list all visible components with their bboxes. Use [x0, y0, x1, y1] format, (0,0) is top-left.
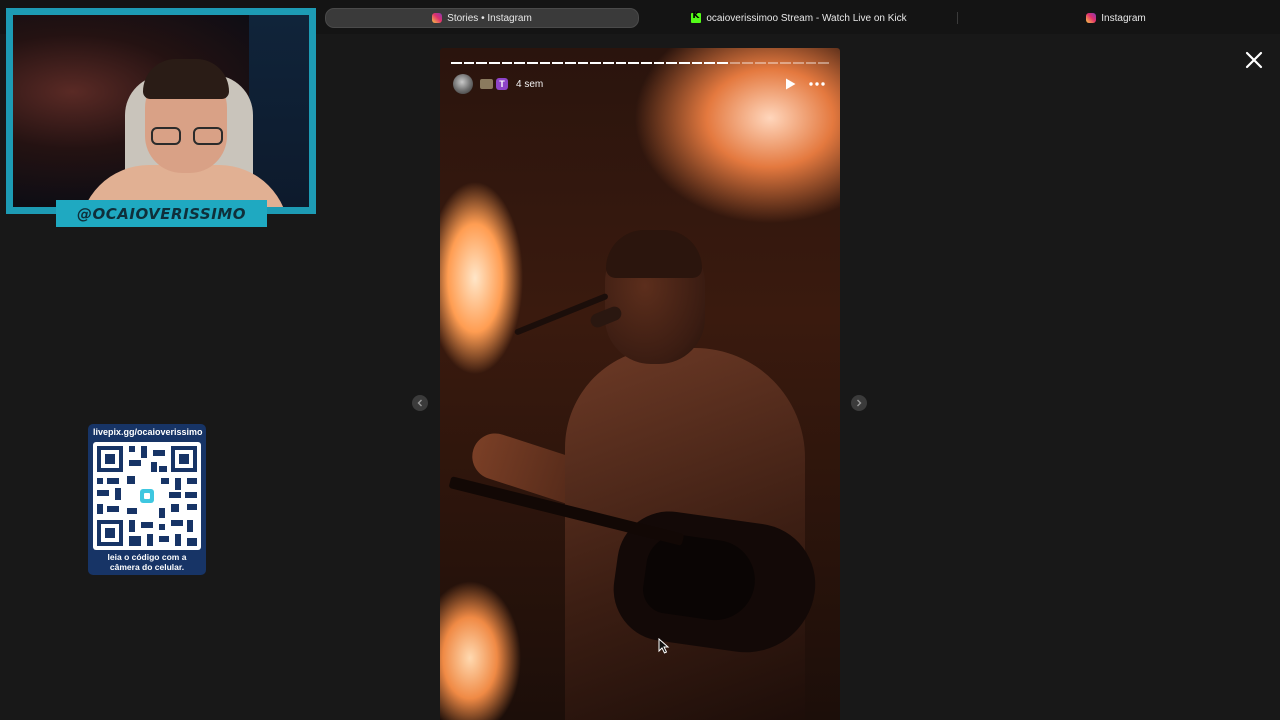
chevron-left-icon: [417, 399, 422, 407]
chevron-right-icon: [857, 399, 862, 407]
progress-segment: [527, 62, 538, 64]
previous-story-button[interactable]: [412, 395, 428, 411]
emoji-badge: T: [496, 78, 508, 90]
story-timestamp: 4 sem: [516, 78, 544, 90]
progress-segment: [476, 62, 488, 64]
instagram-icon: [1086, 13, 1097, 23]
progress-segment: [691, 62, 703, 64]
webcam-overlay: [6, 8, 316, 214]
progress-segment: [463, 62, 475, 64]
progress-segment: [666, 62, 678, 64]
progress-segment: [451, 62, 462, 64]
close-viewer-button[interactable]: [1243, 49, 1265, 71]
next-story-button[interactable]: [851, 395, 867, 411]
qr-url: livepix.gg/ocaioverissimo: [93, 427, 203, 437]
tab-instagram[interactable]: Instagram: [958, 8, 1274, 28]
progress-segment: [653, 62, 665, 64]
progress-segment: [489, 62, 500, 64]
progress-segment: [603, 62, 614, 64]
story-photo-musician-hair: [606, 230, 702, 278]
progress-segment: [539, 62, 551, 64]
webcam-glasses: [151, 127, 223, 147]
close-icon: [1245, 51, 1263, 69]
play-icon: [785, 78, 795, 90]
progress-segment: [501, 62, 513, 64]
story-progress-bar: [451, 62, 830, 64]
streamer-name-plate: @OCAIOVERISSIMO: [56, 200, 267, 227]
progress-segment: [755, 62, 766, 64]
qr-caption-line-2: câmera do celular.: [109, 562, 185, 572]
progress-segment: [615, 62, 627, 64]
webcam-person-hair: [143, 59, 229, 99]
tab-stories-instagram[interactable]: Stories • Instagram: [325, 8, 639, 28]
story-author-avatar[interactable]: [453, 74, 473, 94]
story-header: T 4 sem: [453, 73, 827, 95]
progress-segment: [729, 62, 741, 64]
progress-segment: [767, 62, 779, 64]
progress-segment: [514, 62, 526, 64]
more-options-button[interactable]: [807, 77, 827, 91]
play-button[interactable]: [783, 77, 797, 91]
tab-label: Stories • Instagram: [447, 12, 532, 24]
progress-segment: [641, 62, 652, 64]
progress-segment: [590, 62, 602, 64]
livepix-qr-card: livepix.gg/ocaioverissimo leia o código …: [88, 424, 206, 575]
progress-segment: [717, 62, 728, 64]
qr-code-icon: [97, 446, 197, 546]
tab-kick-stream[interactable]: ocaioverissimoo Stream - Watch Live on K…: [641, 8, 957, 28]
tab-label: Instagram: [1101, 12, 1146, 24]
story-media[interactable]: T 4 sem: [440, 48, 840, 720]
tab-label: ocaioverissimoo Stream - Watch Live on K…: [706, 12, 907, 24]
progress-segment: [780, 62, 792, 64]
progress-segment: [742, 62, 754, 64]
instagram-icon: [432, 13, 443, 23]
progress-segment: [704, 62, 716, 64]
more-options-icon: [809, 82, 825, 86]
qr-code: [93, 442, 201, 550]
kick-icon: [691, 11, 702, 23]
progress-segment: [552, 62, 564, 64]
qr-caption-line-1: leia o código com a: [107, 552, 187, 562]
progress-segment: [628, 62, 640, 64]
progress-segment: [565, 62, 576, 64]
webcam-feed: [13, 15, 309, 207]
progress-segment: [793, 62, 804, 64]
progress-segment: [805, 62, 817, 64]
progress-segment: [577, 62, 589, 64]
mouse-cursor-icon: [658, 638, 670, 654]
camera-emoji-icon: [480, 79, 493, 89]
progress-segment: [679, 62, 690, 64]
progress-segment: [818, 62, 830, 64]
